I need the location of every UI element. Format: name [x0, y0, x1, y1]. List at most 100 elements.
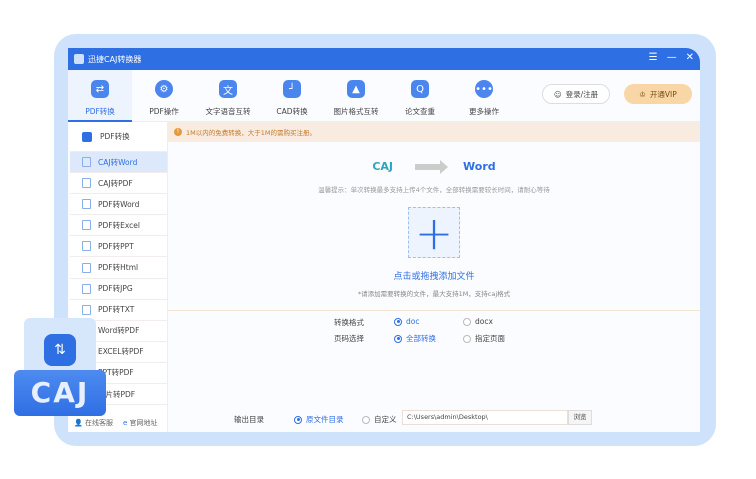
login-label: 登录/注册: [565, 89, 599, 99]
add-file-label[interactable]: 点击或拖拽添加文件: [168, 269, 700, 282]
sidebar-item[interactable]: PDF转Excel: [70, 215, 167, 237]
file-icon: [82, 199, 91, 210]
warning-icon: !: [174, 128, 182, 136]
toolbar: ⇄ PDF转换 ⚙ PDF操作 文文字语音互转 ┘ CAD转换 ▲ 图片格式互转 Q 论文…: [68, 70, 700, 122]
sidebar-item[interactable]: PDF转PPT: [70, 236, 167, 258]
app-logo-icon: [74, 54, 84, 64]
browse-button[interactable]: 浏览: [568, 410, 592, 425]
user-icon: ☺: [553, 89, 562, 99]
sidebar-item[interactable]: CAJ转PDF: [70, 173, 167, 195]
tab-more[interactable]: ••• 更多操作: [452, 70, 516, 122]
app-title: 迅捷CAJ转换器: [88, 54, 142, 64]
output-path-input[interactable]: C:\Users\admin\Desktop\: [402, 410, 568, 425]
warning-banner: ! 1M以内的免费转换，大于1M的需购买注册。: [168, 122, 700, 142]
tab-label: PDF操作: [149, 107, 179, 116]
page-all-radio[interactable]: 全部转换: [394, 333, 436, 344]
website-label: 官网地址: [129, 419, 158, 427]
tab-label: CAD转换: [276, 107, 308, 116]
target-format: Word: [463, 160, 496, 173]
more-icon: •••: [475, 80, 493, 98]
radio-checked: [294, 415, 302, 424]
radio-checked: [394, 317, 402, 326]
page-label: 页码选择: [334, 334, 364, 343]
sidebar-item-label: PDF转PPT: [98, 241, 134, 251]
convert-icon: ⇄: [91, 80, 109, 98]
conversion-direction: CAJ Word: [168, 159, 700, 174]
tab-label: 文字语音互转: [205, 107, 251, 116]
vip-button[interactable]: ♔ 开通VIP: [624, 84, 692, 104]
option-label: doc: [406, 317, 420, 326]
file-icon: [82, 220, 91, 231]
tab-label: PDF转换: [85, 107, 115, 116]
tab-pdf-operations[interactable]: ⚙ PDF操作: [132, 70, 196, 122]
online-service-link[interactable]: 👤 在线客服: [74, 418, 113, 428]
sidebar-item-label: PDF转Excel: [98, 220, 140, 230]
tab-pdf-convert[interactable]: ⇄ PDF转换: [68, 70, 132, 122]
page-custom-radio[interactable]: 指定页面: [463, 333, 505, 344]
sidebar-item-label: PDF转Html: [98, 263, 139, 273]
tab-image-convert[interactable]: ▲ 图片格式互转: [324, 70, 388, 122]
option-label: 自定义: [374, 415, 397, 424]
file-icon: [82, 283, 91, 294]
file-icon: [82, 304, 91, 315]
text-speech-icon: 文: [219, 80, 237, 98]
option-label: 全部转换: [406, 334, 436, 343]
login-button[interactable]: ☺ 登录/注册: [542, 84, 610, 104]
tab-label: 更多操作: [469, 107, 499, 116]
caj-badge: ⇅ CAJ: [14, 318, 106, 418]
sidebar-item-label: PDF转TXT: [98, 305, 135, 315]
menu-icon[interactable]: ☰: [649, 52, 658, 63]
file-icon: [82, 241, 91, 252]
format-docx-radio[interactable]: docx: [463, 317, 493, 326]
image-icon: ▲: [347, 80, 365, 98]
source-format: CAJ: [372, 160, 394, 173]
gear-icon: ⚙: [155, 80, 173, 98]
option-label: 指定页面: [475, 334, 505, 343]
sidebar-header: PDF转换: [70, 122, 167, 152]
sidebar-item[interactable]: PDF转Html: [70, 257, 167, 279]
service-label: 在线客服: [84, 419, 113, 427]
grid-icon: [82, 131, 92, 142]
main-content: ! 1M以内的免费转换，大于1M的需购买注册。 CAJ Word 温馨提示：单次转…: [168, 122, 700, 432]
add-file-dropzone[interactable]: +: [408, 207, 460, 258]
sidebar-item[interactable]: CAJ转Word: [70, 152, 167, 174]
file-icon: [82, 157, 91, 168]
website-link[interactable]: e 官网地址: [123, 418, 158, 428]
title-bar: 迅捷CAJ转换器 ☰ — ✕: [68, 48, 700, 70]
tab-text-speech[interactable]: 文文字语音互转: [196, 70, 260, 122]
file-icon: [82, 178, 91, 189]
tab-label: 图片格式互转: [333, 107, 379, 116]
warning-text: 1M以内的免费转换，大于1M的需购买注册。: [186, 129, 316, 137]
sidebar-item[interactable]: PDF转JPG: [70, 279, 167, 300]
minimize-button[interactable]: —: [667, 52, 677, 63]
format-doc-radio[interactable]: doc: [394, 317, 419, 326]
option-label: 原文件目录: [306, 415, 344, 424]
divider: [168, 310, 700, 311]
search-icon: Q: [411, 80, 429, 98]
tip-text: 温馨提示：单次转换最多支持上传4个文件，全部转换需要较长时间，请耐心等待: [318, 186, 550, 194]
tab-plagiarism-check[interactable]: Q 论文查重: [388, 70, 452, 122]
plus-icon: +: [414, 205, 454, 260]
app-window: 迅捷CAJ转换器 ☰ — ✕ ⇄ PDF转换 ⚙ PDF操作 文文字语音互转 ┘ CA…: [68, 48, 700, 432]
add-file-hint: *请添加需要转换的文件，最大支持1M，支持caj格式: [357, 290, 511, 298]
cad-icon: ┘: [283, 80, 301, 98]
sidebar-item-label: CAJ转Word: [98, 157, 138, 167]
tab-cad-convert[interactable]: ┘ CAD转换: [260, 70, 324, 122]
close-button[interactable]: ✕: [686, 52, 694, 63]
radio-unchecked: [463, 317, 471, 326]
option-label: docx: [475, 317, 493, 326]
output-custom-radio[interactable]: 自定义: [362, 414, 397, 425]
badge-label: CAJ: [14, 370, 106, 416]
format-label: 转换格式: [334, 318, 364, 327]
sidebar-item-label: CAJ转PDF: [98, 178, 133, 188]
output-label: 输出目录: [234, 415, 264, 424]
sidebar-item-label: PDF转JPG: [98, 284, 133, 294]
arrow-right-icon: [415, 159, 449, 174]
output-source-radio[interactable]: 原文件目录: [294, 414, 344, 425]
vip-label: 开通VIP: [649, 89, 677, 99]
crown-icon: ♔: [639, 89, 646, 99]
radio-checked: [394, 334, 402, 343]
sidebar-item[interactable]: PDF转Word: [70, 194, 167, 216]
file-icon: [82, 262, 91, 273]
sidebar-item-label: PDF转Word: [98, 199, 140, 209]
